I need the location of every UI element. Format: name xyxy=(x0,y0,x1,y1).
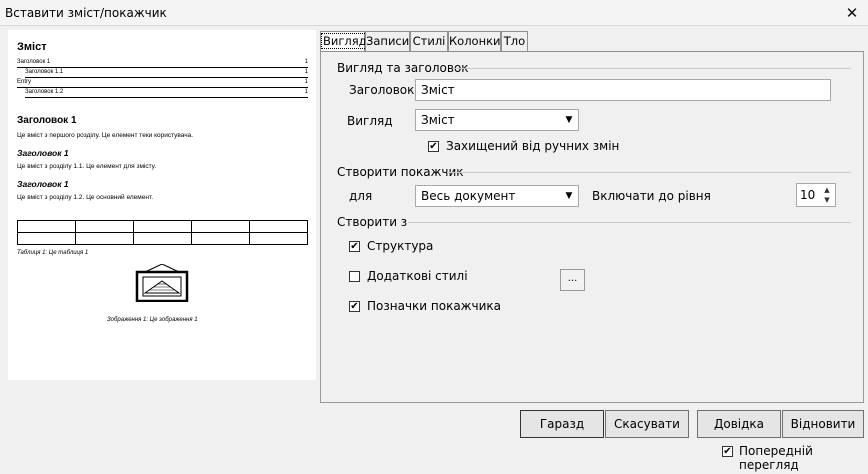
preview-text-1-1: Це вміст з розділу 1.1. Це елемент для з… xyxy=(17,163,157,170)
type-dropdown[interactable]: Зміст ▼ xyxy=(415,109,579,131)
close-icon[interactable]: ✕ xyxy=(844,5,860,21)
assign-styles-button[interactable]: ... xyxy=(560,269,585,291)
preview-toc-entry: Заголовок 1.1 1 xyxy=(25,69,308,78)
preview-table-caption: Таблиця 1: Це таблиця 1 xyxy=(17,250,89,256)
spin-down-icon[interactable]: ▼ xyxy=(820,195,834,205)
preview-toc-entry: Заголовок 1.2 1 xyxy=(25,89,308,98)
tab-background[interactable]: Тло xyxy=(501,31,528,52)
index-marks-checkbox[interactable]: ✔ xyxy=(349,301,360,312)
reset-button[interactable]: Відновити xyxy=(782,410,864,438)
title-input[interactable]: Зміст xyxy=(415,79,831,101)
section-divider xyxy=(453,68,851,69)
title-bar: Вставити зміст/покажчик ✕ xyxy=(0,0,868,26)
additional-styles-checkbox[interactable] xyxy=(349,271,360,282)
preview-heading-1-2: Заголовок 1 xyxy=(17,179,69,189)
title-label: Заголовок xyxy=(349,83,415,97)
preview-image-icon xyxy=(135,264,189,302)
for-label: для xyxy=(349,189,373,203)
level-label: Включати до рівня xyxy=(592,189,711,203)
index-marks-label: Позначки покажчика xyxy=(367,299,501,313)
cancel-button[interactable]: Скасувати xyxy=(605,410,689,438)
preview-heading-1-1: Заголовок 1 xyxy=(17,148,69,158)
section-divider xyxy=(447,172,851,173)
outline-label: Структура xyxy=(367,239,434,253)
preview-toc-title: Зміст xyxy=(17,41,47,53)
chevron-down-icon: ▼ xyxy=(565,191,573,201)
tab-entries[interactable]: Записи xyxy=(365,31,410,52)
type-label: Вигляд xyxy=(347,114,393,128)
scope-dropdown[interactable]: Весь документ ▼ xyxy=(415,185,579,207)
preview-text-1-2: Це вміст з розділу 1.2. Це основний елем… xyxy=(17,194,154,201)
help-button[interactable]: Довідка xyxy=(697,410,781,438)
preview-toc-entry: Entry 1 xyxy=(17,79,308,88)
section-type-title: Вигляд та заголовок xyxy=(337,61,469,75)
section-create-from: Створити з xyxy=(337,215,408,229)
tab-type[interactable]: Вигляд xyxy=(320,31,369,52)
preview-text-1: Це вміст з першого розділу. Це елемент т… xyxy=(17,132,194,139)
ok-button[interactable]: Гаразд xyxy=(520,410,604,438)
preview-image-caption: Зображення 1: Це зображення 1 xyxy=(107,317,198,323)
protected-checkbox[interactable]: ✔ xyxy=(428,141,439,152)
window-title: Вставити зміст/покажчик xyxy=(5,6,167,20)
section-divider xyxy=(408,222,851,223)
tab-styles[interactable]: Стилі xyxy=(410,31,448,52)
preview-checkbox[interactable]: ✔ xyxy=(722,446,733,457)
preview-label: Попередній перегляд xyxy=(739,444,813,472)
spin-up-icon[interactable]: ▲ xyxy=(820,185,834,195)
additional-styles-label: Додаткові стилі xyxy=(367,269,468,283)
preview-pane: Зміст Заголовок 11 Заголовок 1.1 1 Entry 1… xyxy=(8,30,316,380)
protected-label: Захищений від ручних змін xyxy=(446,139,620,153)
preview-toc-entry: Заголовок 11 xyxy=(17,59,308,68)
preview-table xyxy=(17,220,308,245)
outline-checkbox[interactable]: ✔ xyxy=(349,241,360,252)
section-create-index: Створити покажчик xyxy=(337,165,464,179)
level-stepper[interactable]: 10 ▲ ▼ xyxy=(796,183,836,207)
chevron-down-icon: ▼ xyxy=(565,115,573,125)
tab-columns[interactable]: Колонки xyxy=(448,31,501,52)
preview-heading-1: Заголовок 1 xyxy=(17,115,77,126)
